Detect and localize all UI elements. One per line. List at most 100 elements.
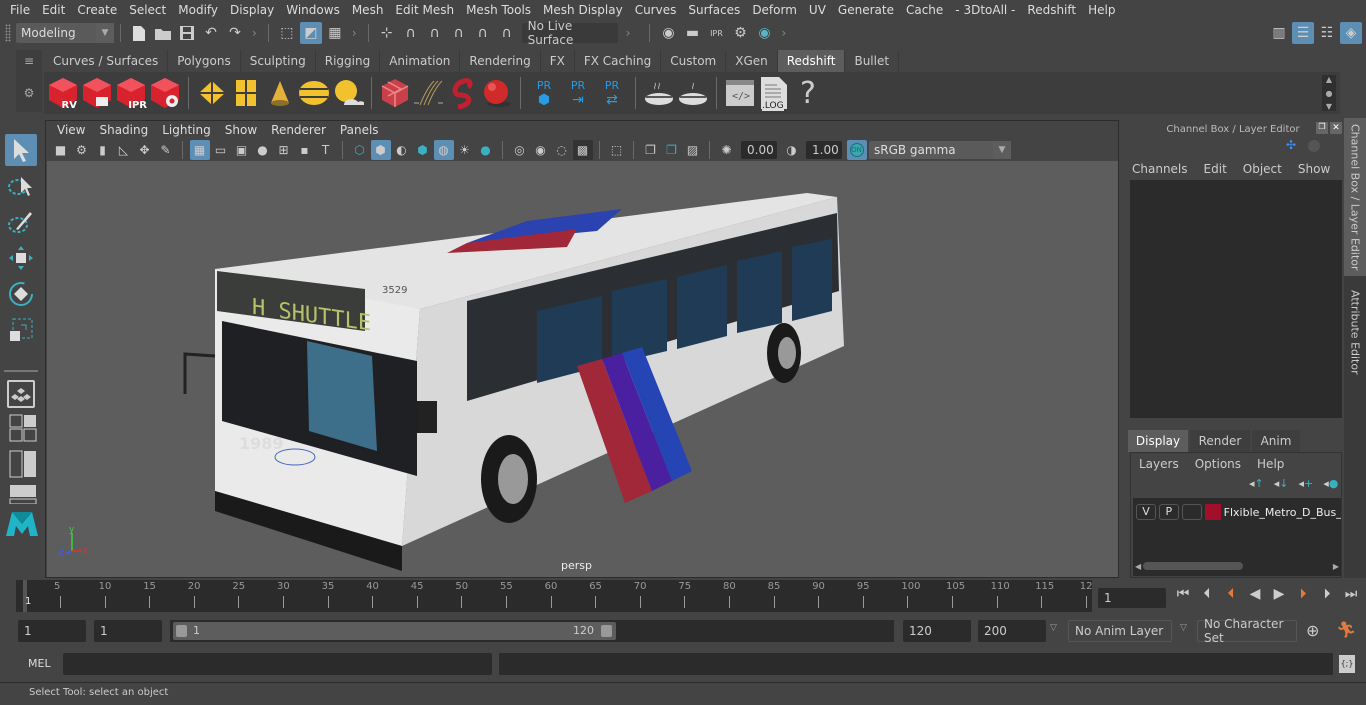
playback-start-field[interactable]: 1 bbox=[94, 620, 162, 642]
collapse-arrow-icon[interactable]: › bbox=[252, 26, 257, 40]
bus-model[interactable]: H SHUTTLE 1989 3529 y x z bbox=[47, 161, 1118, 577]
layer-hscrollbar[interactable]: ◀ ▶ bbox=[1135, 560, 1339, 572]
layer-playback-toggle[interactable]: P bbox=[1158, 504, 1179, 520]
scroll-down-icon[interactable]: ▼ bbox=[1326, 102, 1332, 111]
attribute-editor-toggle-icon[interactable]: ☰ bbox=[1292, 22, 1314, 44]
rs-sun-sky-icon[interactable] bbox=[332, 75, 364, 111]
menu-file[interactable]: File bbox=[4, 3, 36, 17]
move-layer-up-icon[interactable]: ◂↑ bbox=[1249, 477, 1264, 490]
end-time-field[interactable]: 200 bbox=[978, 620, 1046, 642]
scroll-up-icon[interactable]: ▲ bbox=[1326, 75, 1332, 84]
wireframe-icon[interactable]: ⬡ bbox=[350, 140, 370, 160]
default-material-icon[interactable]: ◐ bbox=[392, 140, 412, 160]
viewport-scene[interactable]: H SHUTTLE 1989 3529 y x z persp bbox=[47, 161, 1118, 577]
menu-edit[interactable]: Edit bbox=[36, 3, 71, 17]
open-scene-icon[interactable] bbox=[152, 22, 174, 44]
rs-ipr-icon[interactable]: IPR bbox=[115, 75, 147, 111]
render-frame-icon[interactable]: ▬ bbox=[681, 22, 703, 44]
xray-icon[interactable]: ❐ bbox=[641, 140, 661, 160]
rs-sphere-icon[interactable] bbox=[481, 75, 513, 111]
float-panel-icon[interactable]: ❐ bbox=[1316, 122, 1328, 134]
isolate-select-icon[interactable]: ⬚ bbox=[607, 140, 627, 160]
shelf-tab-rigging[interactable]: Rigging bbox=[315, 50, 381, 72]
shelf-scroll[interactable]: ▲ ● ▼ bbox=[1322, 75, 1336, 111]
rs-bake-set-icon[interactable] bbox=[677, 75, 709, 111]
go-to-start-icon[interactable]: ⏮ bbox=[1172, 586, 1194, 602]
current-frame-field[interactable]: 1 bbox=[1098, 588, 1166, 608]
layer-color-swatch[interactable] bbox=[1204, 504, 1221, 520]
single-perspective-layout-icon[interactable] bbox=[7, 380, 35, 408]
gate-mask-icon[interactable]: ● bbox=[253, 140, 273, 160]
move-tool-icon[interactable] bbox=[5, 242, 37, 274]
layer-name[interactable]: Flxible_Metro_D_Bus_S bbox=[1224, 506, 1341, 519]
auto-key-icon[interactable]: ⊕ bbox=[1306, 621, 1319, 640]
collapse-arrow-icon[interactable]: › bbox=[352, 26, 357, 40]
shelf-settings-icon[interactable]: ⚙ bbox=[16, 86, 42, 100]
2d-pan-zoom-icon[interactable]: ✥ bbox=[135, 140, 155, 160]
menu-surfaces[interactable]: Surfaces bbox=[682, 3, 746, 17]
menu-mesh-display[interactable]: Mesh Display bbox=[537, 3, 629, 17]
menu-display[interactable]: Display bbox=[224, 3, 280, 17]
shelf-tab-custom[interactable]: Custom bbox=[661, 50, 727, 72]
menu-3dtoall[interactable]: - 3DtoAll - bbox=[949, 3, 1021, 17]
shelf-tab-xgen[interactable]: XGen bbox=[726, 50, 778, 72]
rs-pr-export-icon[interactable]: PR ⬢ bbox=[528, 75, 560, 111]
use-all-lights-icon[interactable]: ☀ bbox=[455, 140, 475, 160]
anim-layer-dropdown[interactable]: No Anim Layer bbox=[1068, 620, 1172, 642]
outliner-persp-layout-icon[interactable] bbox=[7, 448, 39, 480]
step-forward-icon[interactable]: ⏵ bbox=[1316, 586, 1338, 602]
xray-components-icon[interactable]: ▨ bbox=[683, 140, 703, 160]
start-time-field[interactable]: 1 bbox=[18, 620, 86, 642]
grip-handle[interactable] bbox=[5, 24, 11, 42]
rs-area-light-icon[interactable] bbox=[196, 75, 228, 111]
select-tool-icon[interactable] bbox=[5, 134, 37, 166]
menu-select[interactable]: Select bbox=[123, 3, 172, 17]
tool-settings-icon[interactable]: ☷ bbox=[1316, 22, 1338, 44]
menu-generate[interactable]: Generate bbox=[832, 3, 900, 17]
menu-create[interactable]: Create bbox=[71, 3, 123, 17]
depth-of-field-icon[interactable]: ▩ bbox=[572, 140, 593, 160]
color-management-toggle[interactable]: ON bbox=[846, 140, 867, 160]
menu-uv[interactable]: UV bbox=[803, 3, 832, 17]
select-component-icon[interactable]: ▦ bbox=[324, 22, 346, 44]
safe-title-icon[interactable]: T bbox=[316, 140, 336, 160]
render-settings-icon[interactable]: ⚙ bbox=[729, 22, 751, 44]
time-slider[interactable]: 1 5 10 15 20 25 30 35 40 45 50 55 60 65 70 75 80 85 90 95 1… bbox=[16, 580, 1093, 612]
side-tab-channel-box[interactable]: Channel Box / Layer Editor bbox=[1344, 118, 1366, 276]
channel-list[interactable] bbox=[1130, 180, 1342, 418]
animation-prefs-icon[interactable]: 🏃︎ bbox=[1336, 620, 1356, 639]
scroll-thumb[interactable] bbox=[1143, 562, 1244, 570]
live-surface-field[interactable]: No Live Surface bbox=[521, 19, 618, 47]
rs-ies-light-icon[interactable] bbox=[264, 75, 296, 111]
wireframe-on-shaded-icon[interactable]: ⬢ bbox=[413, 140, 433, 160]
scroll-left-icon[interactable]: ◀ bbox=[1135, 562, 1141, 571]
mode-dropdown[interactable]: Modeling ▼ bbox=[16, 23, 114, 43]
redo-icon[interactable]: ↷ bbox=[224, 22, 246, 44]
layer-tab-display[interactable]: Display bbox=[1128, 430, 1188, 452]
viewport-menu-view[interactable]: View bbox=[50, 123, 92, 137]
rs-proxy-icon[interactable] bbox=[379, 75, 411, 111]
make-live-icon[interactable]: ∩ bbox=[496, 22, 518, 44]
paint-select-tool-icon[interactable] bbox=[5, 206, 37, 238]
collapse-arrow-icon[interactable]: › bbox=[626, 26, 631, 40]
shelf-tab-fx[interactable]: FX bbox=[540, 50, 575, 72]
menu-modify[interactable]: Modify bbox=[172, 3, 224, 17]
render-view-icon[interactable]: ◉ bbox=[657, 22, 679, 44]
menu-deform[interactable]: Deform bbox=[746, 3, 803, 17]
channel-menu-object[interactable]: Object bbox=[1243, 162, 1282, 176]
grease-pencil-icon[interactable]: ✎ bbox=[156, 140, 176, 160]
new-layer-selected-icon[interactable]: ◂● bbox=[1323, 477, 1338, 490]
menu-mesh[interactable]: Mesh bbox=[346, 3, 390, 17]
range-slider-bar[interactable]: 1 120 bbox=[173, 622, 616, 640]
smooth-shade-icon[interactable]: ⬢ bbox=[370, 140, 391, 160]
layer-tab-render[interactable]: Render bbox=[1190, 430, 1250, 452]
rs-portal-light-icon[interactable] bbox=[230, 75, 262, 111]
lasso-tool-icon[interactable] bbox=[5, 170, 37, 202]
menu-windows[interactable]: Windows bbox=[280, 3, 346, 17]
xray-joints-icon[interactable]: ❐ bbox=[662, 140, 682, 160]
viewport-menu-shading[interactable]: Shading bbox=[92, 123, 155, 137]
rs-pr-swap-icon[interactable]: PR ⇄ bbox=[596, 75, 628, 111]
bookmark-icon[interactable]: ▮ bbox=[93, 140, 113, 160]
anti-aliasing-icon[interactable]: ◌ bbox=[552, 140, 572, 160]
range-end-handle[interactable] bbox=[601, 625, 612, 637]
